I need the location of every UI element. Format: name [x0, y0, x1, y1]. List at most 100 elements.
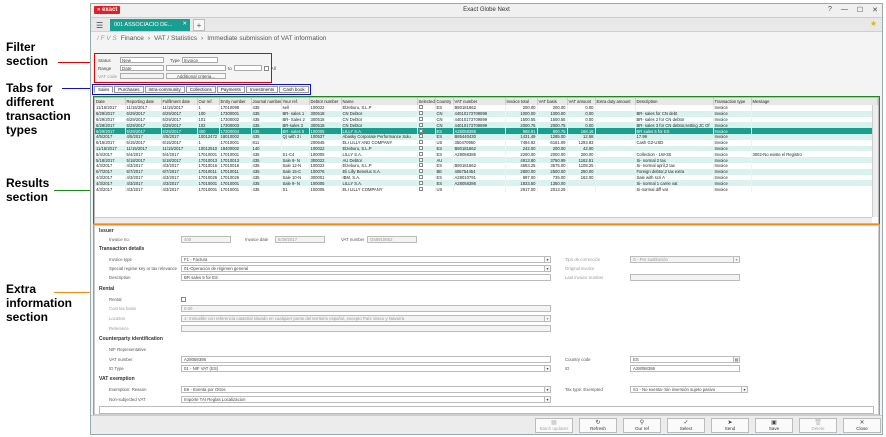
nif-representative-field[interactable]	[181, 346, 551, 353]
delete-button[interactable]: 🗑 Delete	[799, 418, 837, 433]
grid-horizontal-scrollbar[interactable]	[95, 217, 872, 223]
row-select-checkbox[interactable]	[418, 174, 423, 179]
range-to-input[interactable]	[233, 65, 262, 71]
tab-sales[interactable]: Sales	[94, 86, 114, 93]
tab-cash-book[interactable]: Cash book	[279, 86, 309, 93]
column-header[interactable]: Date	[95, 98, 126, 105]
row-select-checkbox[interactable]	[418, 180, 423, 185]
last-invoice-field[interactable]	[630, 274, 740, 281]
batch-updates-button[interactable]: ▦ Batch updates	[535, 418, 573, 433]
tab-investments[interactable]: Investments	[245, 86, 279, 93]
column-header[interactable]: Fulfilment date	[161, 98, 198, 105]
range-from-input[interactable]	[166, 65, 226, 71]
row-select-checkbox[interactable]	[418, 186, 423, 191]
close-button[interactable]: ✕ Close	[843, 418, 881, 433]
breadcrumb-vat[interactable]: VAT / Statistics	[154, 35, 197, 42]
save-button[interactable]: ▣ Save	[755, 418, 793, 433]
invoice-type-select[interactable]: F1 - Factura ▾	[181, 256, 551, 263]
breadcrumb-finance[interactable]: Finance	[121, 35, 144, 42]
invoice-date-field[interactable]: 6/29/2017	[275, 236, 325, 243]
column-header[interactable]: Transaction type	[713, 98, 752, 105]
tab-intra-community[interactable]: Intra-community	[144, 86, 185, 93]
row-select-checkbox[interactable]	[418, 169, 423, 174]
extra-information-section: Issuer Invoice no. 400 Invoice date 6/29…	[93, 224, 880, 416]
counterparty-vat-number-field[interactable]: A28058386	[181, 356, 551, 363]
column-header[interactable]: Your ref.	[281, 98, 310, 105]
tab-payments[interactable]: Payments	[216, 86, 245, 93]
tax-type-select[interactable]: S1 - No exenta- Sin inversión sujeto pas…	[630, 386, 748, 393]
cost-tax-basis-field[interactable]: 0.00	[181, 305, 551, 312]
country-code-field[interactable]: ES ▤	[630, 356, 740, 363]
row-select-checkbox[interactable]	[418, 116, 423, 121]
invoice-no-field[interactable]: 400	[181, 236, 231, 243]
row-select-checkbox[interactable]	[418, 157, 423, 162]
column-header[interactable]: Debtor number	[309, 98, 342, 105]
id-type-select[interactable]: 01 - NIF VAT (ES) ▾	[181, 365, 551, 372]
table-cell: Invoice	[713, 186, 752, 192]
tab-collections[interactable]: Collections	[185, 86, 216, 93]
id-field[interactable]: A28058386	[630, 365, 740, 372]
rental-checkbox[interactable]	[181, 297, 186, 302]
refresh-button[interactable]: ↻ Refresh	[579, 418, 617, 433]
add-tab-button[interactable]: +	[193, 19, 205, 31]
table-cell: US	[435, 186, 454, 192]
favorite-star-icon[interactable]: ★	[870, 19, 877, 28]
our-ref-button[interactable]: ⚲ Our ref	[623, 418, 661, 433]
column-header[interactable]: Journal number	[251, 98, 282, 105]
column-header[interactable]: VAT number	[453, 98, 506, 105]
close-tab-icon[interactable]: ✕	[182, 21, 187, 27]
status-select[interactable]: New	[120, 57, 164, 63]
row-select-checkbox[interactable]	[418, 140, 423, 145]
range-select[interactable]: Date	[120, 65, 164, 71]
row-select-checkbox[interactable]	[418, 134, 423, 139]
column-header[interactable]: Our ref.	[197, 98, 220, 105]
column-header[interactable]: Name	[341, 98, 418, 105]
column-header[interactable]: Country	[435, 98, 454, 105]
column-header[interactable]: Entry number	[219, 98, 252, 105]
column-header[interactable]: Invoice total	[505, 98, 538, 105]
column-header[interactable]: VAT amount	[567, 98, 596, 105]
row-select-checkbox[interactable]	[418, 105, 423, 110]
reference-field[interactable]	[181, 325, 551, 332]
vat-exemption-heading: VAT exemption	[99, 376, 135, 382]
type-select[interactable]: Invoice	[181, 57, 218, 63]
help-icon[interactable]: ?	[828, 6, 832, 14]
grid-vertical-scrollbar[interactable]	[872, 105, 878, 217]
special-regime-select[interactable]: 01-Operación de régimen general ▾	[181, 265, 551, 272]
table-row[interactable]: 4/3/2017 4/3/2017 4/3/2017 17010001 17010001…	[95, 186, 878, 192]
column-header[interactable]: VAT basis	[537, 98, 568, 105]
additional-criteria-button[interactable]: Additional criteria...	[166, 73, 226, 79]
column-header[interactable]: Extra duty amount	[595, 98, 636, 105]
non-subjected-vat-select[interactable]: Importe TAI Reglas Localizacion ▾	[181, 396, 551, 403]
exemption-reason-select[interactable]: E6 - Exenta por Otros ▾	[181, 386, 551, 393]
description-field[interactable]: BR sales 5 for ES	[181, 274, 551, 281]
column-header[interactable]: Selected	[417, 98, 436, 105]
table-cell: 100005	[309, 186, 342, 192]
row-select-checkbox[interactable]	[418, 111, 423, 116]
minimize-button[interactable]: —	[841, 6, 848, 14]
document-tab[interactable]: 001 ASSOCIACIO DE... ✕	[110, 19, 190, 31]
row-select-checkbox[interactable]	[418, 122, 423, 127]
menu-icon[interactable]: ☰	[96, 21, 103, 30]
row-select-checkbox[interactable]	[418, 128, 423, 133]
column-header[interactable]: Description	[635, 98, 714, 105]
location-select[interactable]: 1- Inmueble con referencia catastral sit…	[181, 315, 551, 322]
notes-field[interactable]	[99, 406, 874, 414]
send-button[interactable]: ➤ Send	[711, 418, 749, 433]
select-button[interactable]: ✓ Select	[667, 418, 705, 433]
filter-section: Status New Type Invoice Range Date to Al…	[94, 53, 276, 83]
column-header[interactable]: Message	[751, 98, 878, 105]
issuer-vat-number-field[interactable]: G68910662	[367, 236, 417, 243]
row-select-checkbox[interactable]	[418, 145, 423, 150]
vat-code-input[interactable]	[120, 73, 164, 79]
callout-filter: Filter section	[6, 40, 49, 68]
tab-purchases[interactable]: Purchases	[114, 86, 144, 93]
close-window-button[interactable]: ✕	[872, 6, 878, 14]
row-select-checkbox[interactable]	[418, 163, 423, 168]
tipo-correccion-select[interactable]: S - Por sustitución ▾	[630, 256, 740, 263]
all-checkbox[interactable]	[263, 65, 269, 71]
row-select-checkbox[interactable]	[418, 151, 423, 156]
maximize-button[interactable]: ☐	[857, 6, 863, 14]
table-cell	[417, 186, 436, 192]
column-header[interactable]: Reporting date	[125, 98, 162, 105]
